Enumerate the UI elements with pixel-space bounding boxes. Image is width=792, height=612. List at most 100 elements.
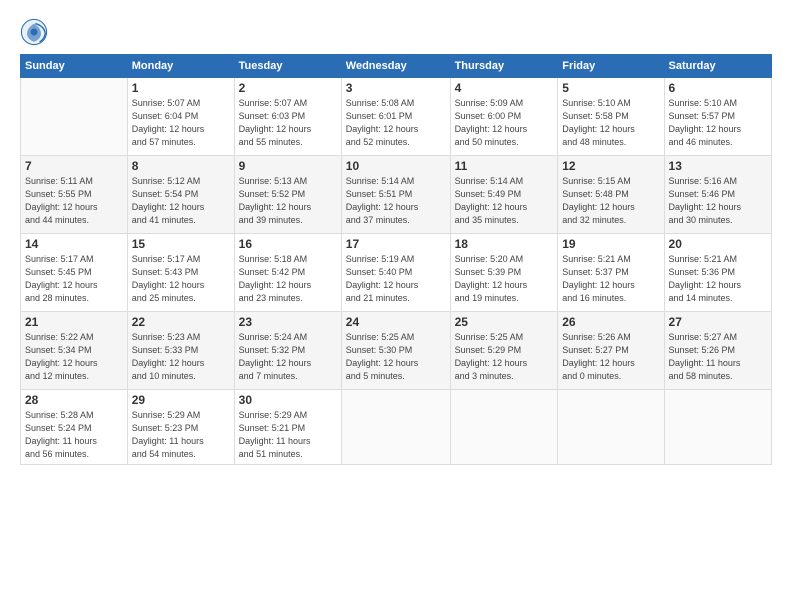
day-detail: Sunrise: 5:29 AM Sunset: 5:21 PM Dayligh… [239, 409, 337, 461]
day-detail: Sunrise: 5:14 AM Sunset: 5:49 PM Dayligh… [455, 175, 554, 227]
day-number: 1 [132, 81, 230, 95]
day-detail: Sunrise: 5:23 AM Sunset: 5:33 PM Dayligh… [132, 331, 230, 383]
day-number: 8 [132, 159, 230, 173]
week-row-5: 28 Sunrise: 5:28 AM Sunset: 5:24 PM Dayli… [21, 390, 772, 465]
calendar-cell: 28 Sunrise: 5:28 AM Sunset: 5:24 PM Dayli… [21, 390, 128, 465]
calendar-cell: 11 Sunrise: 5:14 AM Sunset: 5:49 PM Dayli… [450, 156, 558, 234]
day-number: 21 [25, 315, 123, 329]
day-detail: Sunrise: 5:15 AM Sunset: 5:48 PM Dayligh… [562, 175, 659, 227]
day-detail: Sunrise: 5:09 AM Sunset: 6:00 PM Dayligh… [455, 97, 554, 149]
weekday-header-sunday: Sunday [21, 55, 128, 78]
calendar-page: SundayMondayTuesdayWednesdayThursdayFrid… [0, 0, 792, 612]
calendar-cell [664, 390, 771, 465]
calendar-cell: 5 Sunrise: 5:10 AM Sunset: 5:58 PM Daylig… [558, 78, 664, 156]
day-number: 28 [25, 393, 123, 407]
calendar-cell: 24 Sunrise: 5:25 AM Sunset: 5:30 PM Dayli… [341, 312, 450, 390]
week-row-1: 1 Sunrise: 5:07 AM Sunset: 6:04 PM Daylig… [21, 78, 772, 156]
calendar-cell: 4 Sunrise: 5:09 AM Sunset: 6:00 PM Daylig… [450, 78, 558, 156]
calendar-cell: 20 Sunrise: 5:21 AM Sunset: 5:36 PM Dayli… [664, 234, 771, 312]
calendar-cell [558, 390, 664, 465]
day-number: 7 [25, 159, 123, 173]
calendar-cell: 13 Sunrise: 5:16 AM Sunset: 5:46 PM Dayli… [664, 156, 771, 234]
day-number: 5 [562, 81, 659, 95]
day-detail: Sunrise: 5:29 AM Sunset: 5:23 PM Dayligh… [132, 409, 230, 461]
day-detail: Sunrise: 5:10 AM Sunset: 5:57 PM Dayligh… [669, 97, 767, 149]
day-number: 6 [669, 81, 767, 95]
day-number: 25 [455, 315, 554, 329]
day-detail: Sunrise: 5:17 AM Sunset: 5:45 PM Dayligh… [25, 253, 123, 305]
day-detail: Sunrise: 5:12 AM Sunset: 5:54 PM Dayligh… [132, 175, 230, 227]
day-number: 27 [669, 315, 767, 329]
day-detail: Sunrise: 5:11 AM Sunset: 5:55 PM Dayligh… [25, 175, 123, 227]
calendar-cell: 6 Sunrise: 5:10 AM Sunset: 5:57 PM Daylig… [664, 78, 771, 156]
day-number: 4 [455, 81, 554, 95]
logo [20, 18, 50, 46]
day-number: 18 [455, 237, 554, 251]
calendar-cell: 16Sunrise: 5:18 AM Sunset: 5:42 PM Dayli… [234, 234, 341, 312]
calendar-cell: 10Sunrise: 5:14 AM Sunset: 5:51 PM Dayli… [341, 156, 450, 234]
day-detail: Sunrise: 5:10 AM Sunset: 5:58 PM Dayligh… [562, 97, 659, 149]
calendar-cell: 21 Sunrise: 5:22 AM Sunset: 5:34 PM Dayli… [21, 312, 128, 390]
day-number: 29 [132, 393, 230, 407]
calendar-cell: 2Sunrise: 5:07 AM Sunset: 6:03 PM Daylig… [234, 78, 341, 156]
day-number: 17 [346, 237, 446, 251]
day-detail: Sunrise: 5:17 AM Sunset: 5:43 PM Dayligh… [132, 253, 230, 305]
calendar-cell: 25 Sunrise: 5:25 AM Sunset: 5:29 PM Dayli… [450, 312, 558, 390]
calendar-cell: 19 Sunrise: 5:21 AM Sunset: 5:37 PM Dayli… [558, 234, 664, 312]
day-number: 15 [132, 237, 230, 251]
day-number: 20 [669, 237, 767, 251]
calendar-cell: 27 Sunrise: 5:27 AM Sunset: 5:26 PM Dayli… [664, 312, 771, 390]
day-detail: Sunrise: 5:07 AM Sunset: 6:03 PM Dayligh… [239, 97, 337, 149]
calendar-cell: 17 Sunrise: 5:19 AM Sunset: 5:40 PM Dayli… [341, 234, 450, 312]
calendar-cell: 18 Sunrise: 5:20 AM Sunset: 5:39 PM Dayli… [450, 234, 558, 312]
day-detail: Sunrise: 5:21 AM Sunset: 5:36 PM Dayligh… [669, 253, 767, 305]
day-detail: Sunrise: 5:21 AM Sunset: 5:37 PM Dayligh… [562, 253, 659, 305]
weekday-header-wednesday: Wednesday [341, 55, 450, 78]
calendar-cell: 7 Sunrise: 5:11 AM Sunset: 5:55 PM Daylig… [21, 156, 128, 234]
calendar-cell: 14Sunrise: 5:17 AM Sunset: 5:45 PM Dayli… [21, 234, 128, 312]
day-number: 3 [346, 81, 446, 95]
weekday-header-friday: Friday [558, 55, 664, 78]
day-detail: Sunrise: 5:16 AM Sunset: 5:46 PM Dayligh… [669, 175, 767, 227]
day-detail: Sunrise: 5:19 AM Sunset: 5:40 PM Dayligh… [346, 253, 446, 305]
week-row-3: 14Sunrise: 5:17 AM Sunset: 5:45 PM Dayli… [21, 234, 772, 312]
week-row-4: 21 Sunrise: 5:22 AM Sunset: 5:34 PM Dayli… [21, 312, 772, 390]
day-number: 11 [455, 159, 554, 173]
day-detail: Sunrise: 5:22 AM Sunset: 5:34 PM Dayligh… [25, 331, 123, 383]
day-number: 22 [132, 315, 230, 329]
calendar-cell: 1 Sunrise: 5:07 AM Sunset: 6:04 PM Daylig… [127, 78, 234, 156]
calendar-cell: 23Sunrise: 5:24 AM Sunset: 5:32 PM Dayli… [234, 312, 341, 390]
day-number: 24 [346, 315, 446, 329]
day-number: 13 [669, 159, 767, 173]
calendar-cell: 30Sunrise: 5:29 AM Sunset: 5:21 PM Dayli… [234, 390, 341, 465]
weekday-header-row: SundayMondayTuesdayWednesdayThursdayFrid… [21, 55, 772, 78]
calendar-cell: 26Sunrise: 5:26 AM Sunset: 5:27 PM Dayli… [558, 312, 664, 390]
day-detail: Sunrise: 5:28 AM Sunset: 5:24 PM Dayligh… [25, 409, 123, 461]
day-detail: Sunrise: 5:14 AM Sunset: 5:51 PM Dayligh… [346, 175, 446, 227]
calendar-cell: 22 Sunrise: 5:23 AM Sunset: 5:33 PM Dayli… [127, 312, 234, 390]
weekday-header-tuesday: Tuesday [234, 55, 341, 78]
day-detail: Sunrise: 5:07 AM Sunset: 6:04 PM Dayligh… [132, 97, 230, 149]
day-number: 19 [562, 237, 659, 251]
day-detail: Sunrise: 5:27 AM Sunset: 5:26 PM Dayligh… [669, 331, 767, 383]
weekday-header-thursday: Thursday [450, 55, 558, 78]
calendar-cell: 12Sunrise: 5:15 AM Sunset: 5:48 PM Dayli… [558, 156, 664, 234]
day-detail: Sunrise: 5:18 AM Sunset: 5:42 PM Dayligh… [239, 253, 337, 305]
calendar-cell [21, 78, 128, 156]
day-detail: Sunrise: 5:26 AM Sunset: 5:27 PM Dayligh… [562, 331, 659, 383]
calendar-cell: 29 Sunrise: 5:29 AM Sunset: 5:23 PM Dayli… [127, 390, 234, 465]
weekday-header-saturday: Saturday [664, 55, 771, 78]
calendar-cell: 15 Sunrise: 5:17 AM Sunset: 5:43 PM Dayli… [127, 234, 234, 312]
calendar-cell: 3 Sunrise: 5:08 AM Sunset: 6:01 PM Daylig… [341, 78, 450, 156]
weekday-header-monday: Monday [127, 55, 234, 78]
day-detail: Sunrise: 5:08 AM Sunset: 6:01 PM Dayligh… [346, 97, 446, 149]
calendar-cell: 9Sunrise: 5:13 AM Sunset: 5:52 PM Daylig… [234, 156, 341, 234]
day-number: 9 [239, 159, 337, 173]
calendar-cell: 8 Sunrise: 5:12 AM Sunset: 5:54 PM Daylig… [127, 156, 234, 234]
logo-icon [20, 18, 48, 46]
calendar-table: SundayMondayTuesdayWednesdayThursdayFrid… [20, 54, 772, 465]
day-detail: Sunrise: 5:25 AM Sunset: 5:30 PM Dayligh… [346, 331, 446, 383]
day-detail: Sunrise: 5:20 AM Sunset: 5:39 PM Dayligh… [455, 253, 554, 305]
day-number: 23 [239, 315, 337, 329]
day-detail: Sunrise: 5:25 AM Sunset: 5:29 PM Dayligh… [455, 331, 554, 383]
